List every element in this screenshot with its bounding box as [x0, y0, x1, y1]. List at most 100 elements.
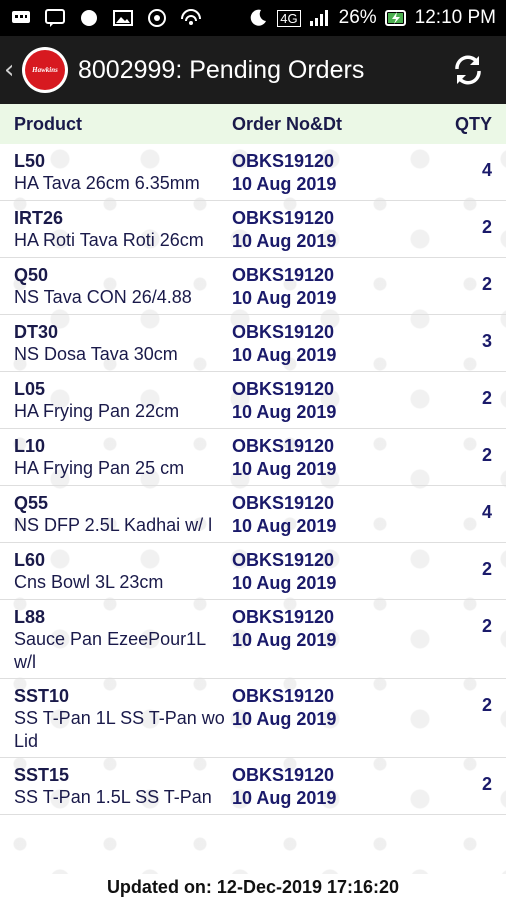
order-date: 10 Aug 2019 — [232, 459, 337, 479]
app-logo[interactable]: Hawkins — [22, 47, 68, 93]
product-code: SST10 — [14, 686, 70, 706]
order-number: OBKS19120 — [232, 151, 335, 171]
table-row[interactable]: L60 Cns Bowl 3L 23cm OBKS19120 10 Aug 2019 2 — [0, 543, 506, 600]
qty-cell: 2 — [432, 549, 492, 595]
status-bar: 4G 26% 12:10 PM — [0, 0, 506, 36]
order-cell: OBKS19120 10 Aug 2019 — [232, 764, 432, 810]
table-row[interactable]: L10 HA Frying Pan 25 cm OBKS19120 10 Aug 20… — [0, 429, 506, 486]
quantity: 2 — [481, 388, 492, 408]
page-title: 8002999: Pending Orders — [78, 55, 365, 84]
product-name: SS T-Pan 1.5L SS T-Pan — [14, 787, 212, 807]
back-icon[interactable]: ‹ — [4, 57, 20, 83]
order-cell: OBKS19120 10 Aug 2019 — [232, 378, 432, 424]
order-number: OBKS19120 — [232, 765, 335, 785]
product-name: NS Dosa Tava 30cm — [14, 344, 178, 364]
hotspot-icon — [180, 9, 202, 27]
column-header-product: Product — [14, 113, 83, 134]
quantity: 2 — [481, 559, 492, 579]
product-name: NS Tava CON 26/4.88 — [14, 287, 192, 307]
table-row[interactable]: IRT26 HA Roti Tava Roti 26cm OBKS19120 10 A… — [0, 201, 506, 258]
order-cell: OBKS19120 10 Aug 2019 — [232, 264, 432, 310]
chat-icon — [44, 9, 66, 27]
logo-text: Hawkins — [25, 50, 65, 90]
product-name: HA Tava 26cm 6.35mm — [14, 173, 200, 193]
message-icon — [10, 9, 32, 27]
order-number: OBKS19120 — [232, 208, 335, 228]
quantity: 4 — [481, 160, 492, 180]
order-number: OBKS19120 — [232, 686, 335, 706]
order-cell: OBKS19120 10 Aug 2019 — [232, 492, 432, 538]
product-name: NS DFP 2.5L Kadhai w/ l — [14, 515, 213, 535]
product-code: L10 — [14, 436, 46, 456]
product-code: Q55 — [14, 493, 49, 513]
action-bar: ‹ Hawkins 8002999: Pending Orders — [0, 36, 506, 104]
column-header-qty: QTY — [454, 113, 492, 134]
qty-cell: 2 — [432, 606, 492, 674]
product-name: Sauce Pan EzeePour1L w/l — [14, 629, 206, 672]
product-cell: SST15 SS T-Pan 1.5L SS T-Pan — [14, 764, 232, 810]
refresh-button[interactable] — [446, 48, 490, 92]
table-row[interactable]: SST10 SS T-Pan 1L SS T-Pan wo Lid OBKS1912… — [0, 679, 506, 758]
qty-cell: 2 — [432, 378, 492, 424]
product-code: L05 — [14, 379, 46, 399]
qty-cell: 2 — [432, 764, 492, 810]
product-code: IRT26 — [14, 208, 64, 228]
quantity: 2 — [481, 774, 492, 794]
order-number: OBKS19120 — [232, 322, 335, 342]
qty-cell: 4 — [432, 150, 492, 196]
qty-cell: 2 — [432, 435, 492, 481]
order-date: 10 Aug 2019 — [232, 788, 337, 808]
product-code: L50 — [14, 151, 46, 171]
table-row[interactable]: L88 Sauce Pan EzeePour1L w/l OBKS19120 10 A… — [0, 600, 506, 679]
quantity: 2 — [481, 695, 492, 715]
product-cell: DT30 NS Dosa Tava 30cm — [14, 321, 232, 367]
product-name: HA Frying Pan 22cm — [14, 401, 180, 421]
image-icon — [112, 9, 134, 27]
product-cell: L88 Sauce Pan EzeePour1L w/l — [14, 606, 232, 674]
product-name: HA Frying Pan 25 cm — [14, 458, 185, 478]
qty-cell: 2 — [432, 207, 492, 253]
product-code: L60 — [14, 550, 46, 570]
qty-cell: 2 — [432, 685, 492, 753]
order-date: 10 Aug 2019 — [232, 231, 337, 251]
updated-footer: Updated on: 12-Dec-2019 17:16:20 — [0, 874, 506, 900]
order-date: 10 Aug 2019 — [232, 630, 337, 650]
chrome-icon — [146, 9, 168, 27]
product-code: Q50 — [14, 265, 49, 285]
product-cell: IRT26 HA Roti Tava Roti 26cm — [14, 207, 232, 253]
table-header: Product Order No&Dt QTY — [0, 104, 506, 144]
order-cell: OBKS19120 10 Aug 2019 — [232, 549, 432, 595]
quantity: 3 — [481, 331, 492, 351]
table-row[interactable]: Q55 NS DFP 2.5L Kadhai w/ l OBKS19120 10 Au… — [0, 486, 506, 543]
orders-list[interactable]: Product Order No&Dt QTY L50 HA Tava 26cm … — [0, 104, 506, 874]
quantity: 2 — [481, 274, 492, 294]
order-date: 10 Aug 2019 — [232, 345, 337, 365]
product-cell: Q55 NS DFP 2.5L Kadhai w/ l — [14, 492, 232, 538]
table-row[interactable]: L50 HA Tava 26cm 6.35mm OBKS19120 10 Aug 20… — [0, 144, 506, 201]
order-cell: OBKS19120 10 Aug 2019 — [232, 435, 432, 481]
column-header-order: Order No&Dt — [232, 113, 343, 134]
table-row[interactable]: SST15 SS T-Pan 1.5L SS T-Pan OBKS19120 10 A… — [0, 758, 506, 815]
table-body: L50 HA Tava 26cm 6.35mm OBKS19120 10 Aug 20… — [0, 144, 506, 815]
order-cell: OBKS19120 10 Aug 2019 — [232, 150, 432, 196]
product-cell: L05 HA Frying Pan 22cm — [14, 378, 232, 424]
product-cell: L10 HA Frying Pan 25 cm — [14, 435, 232, 481]
product-code: L88 — [14, 607, 46, 627]
order-cell: OBKS19120 10 Aug 2019 — [232, 321, 432, 367]
product-name: Cns Bowl 3L 23cm — [14, 572, 164, 592]
product-code: DT30 — [14, 322, 59, 342]
table-row[interactable]: L05 HA Frying Pan 22cm OBKS19120 10 Aug 201… — [0, 372, 506, 429]
product-cell: L50 HA Tava 26cm 6.35mm — [14, 150, 232, 196]
qty-cell: 2 — [432, 264, 492, 310]
order-date: 10 Aug 2019 — [232, 573, 337, 593]
order-number: OBKS19120 — [232, 493, 335, 513]
moon-icon — [247, 9, 269, 27]
table-row[interactable]: DT30 NS Dosa Tava 30cm OBKS19120 10 Aug 201… — [0, 315, 506, 372]
order-number: OBKS19120 — [232, 607, 335, 627]
clock: 12:10 PM — [414, 7, 496, 28]
order-cell: OBKS19120 10 Aug 2019 — [232, 685, 432, 753]
order-date: 10 Aug 2019 — [232, 288, 337, 308]
quantity: 2 — [481, 217, 492, 237]
order-date: 10 Aug 2019 — [232, 516, 337, 536]
table-row[interactable]: Q50 NS Tava CON 26/4.88 OBKS19120 10 Aug 20… — [0, 258, 506, 315]
